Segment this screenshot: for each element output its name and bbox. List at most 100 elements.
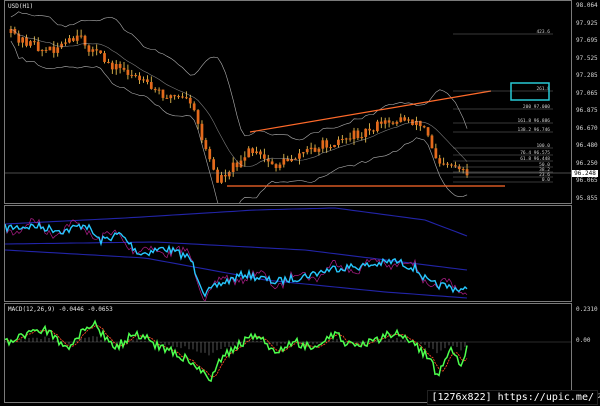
candle-body bbox=[87, 45, 91, 52]
macd-main-line bbox=[5, 319, 468, 383]
candle-body bbox=[118, 64, 122, 68]
candle-body bbox=[36, 41, 40, 52]
candle-body bbox=[344, 138, 348, 140]
candle-body bbox=[337, 139, 340, 146]
candle-body bbox=[309, 147, 313, 150]
candle-body bbox=[442, 163, 446, 165]
candle-body bbox=[91, 49, 95, 52]
price-scale[interactable]: 98.064 97.925 97.695 97.525 97.285 97.065 96.8… bbox=[572, 0, 600, 204]
candle-body bbox=[231, 162, 235, 172]
candle-body bbox=[149, 82, 153, 89]
candle-body bbox=[177, 96, 180, 98]
candle-body bbox=[278, 164, 282, 169]
candle-body bbox=[434, 148, 438, 159]
candle-body bbox=[298, 153, 301, 159]
macd-pane[interactable]: MACD(12,26,9) -0.0446 -0.0653 bbox=[4, 303, 572, 403]
candle-body bbox=[313, 147, 317, 152]
candle-body bbox=[134, 75, 138, 77]
candle-body bbox=[305, 149, 309, 153]
candle-body bbox=[44, 49, 48, 51]
scale-tick: 96.875 bbox=[576, 107, 598, 114]
scale-tick: 96.250 bbox=[576, 159, 598, 167]
candle-body bbox=[173, 95, 177, 97]
candle-body bbox=[422, 126, 426, 128]
oscillator-scale[interactable] bbox=[572, 205, 600, 302]
candle-body bbox=[169, 95, 173, 99]
candle-body bbox=[403, 117, 407, 121]
candle-body bbox=[68, 38, 71, 43]
oscillator-pane[interactable] bbox=[4, 205, 572, 302]
candle-body bbox=[165, 97, 169, 99]
fib-level-label: 61.8 96.448 bbox=[520, 156, 550, 162]
candle-body bbox=[251, 148, 255, 154]
candle-body bbox=[348, 138, 352, 140]
scale-tick: 97.695 bbox=[576, 37, 598, 44]
candle-body bbox=[196, 110, 200, 124]
candle-body bbox=[274, 164, 278, 169]
macd-scale[interactable]: 0.23100.00-0.2962 bbox=[572, 303, 600, 403]
bollinger-band-line bbox=[10, 28, 468, 167]
candle-body bbox=[333, 145, 336, 148]
candle-body bbox=[301, 152, 305, 154]
candle-body bbox=[259, 151, 262, 155]
candle-body bbox=[216, 169, 219, 183]
candle-body bbox=[395, 121, 399, 124]
candle-body bbox=[153, 88, 157, 91]
candle-body bbox=[126, 69, 130, 75]
candle-body bbox=[286, 158, 290, 162]
fib-level-label: 138.2 96.746 bbox=[517, 127, 550, 133]
candle-body bbox=[212, 159, 216, 170]
candle-body bbox=[450, 164, 453, 166]
candle-body bbox=[321, 140, 325, 149]
oscillator-band-line bbox=[5, 249, 468, 299]
candle-body bbox=[399, 117, 403, 122]
candle-body bbox=[465, 169, 469, 176]
candle-body bbox=[255, 151, 258, 154]
candle-body bbox=[40, 49, 44, 52]
candle-body bbox=[317, 148, 321, 152]
upper-trendline bbox=[249, 90, 492, 133]
candle-body bbox=[75, 35, 79, 41]
candle-body bbox=[29, 41, 32, 46]
fib-level-label: 0.0 bbox=[542, 177, 550, 183]
candle-body bbox=[192, 103, 196, 111]
candle-body bbox=[453, 165, 457, 167]
watermark-label: [1276x822] https://upic.me/ bbox=[427, 390, 598, 405]
candle-body bbox=[325, 140, 329, 148]
price-chart-canvas[interactable]: 423.6 261.8 200 97.000 161.8 96.886 138.2 96… bbox=[5, 1, 571, 203]
price-chart-pane[interactable]: 423.6 261.8 200 97.000 161.8 96.886 138.2 96… bbox=[4, 0, 572, 204]
candle-body bbox=[32, 41, 36, 43]
candle-body bbox=[71, 38, 75, 41]
candle-body bbox=[407, 119, 410, 121]
candle-body bbox=[227, 171, 231, 177]
candle-body bbox=[383, 120, 387, 124]
candle-body bbox=[379, 121, 383, 124]
candle-body bbox=[130, 74, 134, 76]
candle-body bbox=[114, 64, 118, 70]
scale-tick: 96.480 bbox=[576, 142, 598, 149]
scale-tick: 97.525 bbox=[576, 54, 598, 62]
scale-tick: 0.00 bbox=[576, 337, 591, 344]
candle-body bbox=[376, 121, 379, 132]
candle-body bbox=[142, 79, 145, 81]
oscillator-canvas[interactable] bbox=[5, 206, 571, 301]
candle-body bbox=[200, 123, 204, 141]
candle-body bbox=[356, 130, 360, 139]
scale-tick: 98.064 bbox=[576, 2, 598, 9]
fib-level-label: 423.6 bbox=[536, 29, 550, 35]
candle-body bbox=[161, 89, 165, 98]
scale-tick: 96.065 bbox=[576, 177, 598, 184]
candle-body bbox=[391, 122, 395, 124]
macd-title: MACD(12,26,9) -0.0446 -0.0653 bbox=[8, 306, 113, 313]
candle-body bbox=[340, 139, 344, 141]
fib-level-label: 100.0 bbox=[536, 143, 550, 149]
scale-tick: 0.2310 bbox=[576, 306, 598, 313]
candle-body bbox=[122, 67, 126, 70]
candle-body bbox=[21, 37, 25, 43]
current-price-label: 96.248 bbox=[572, 170, 598, 177]
candle-body bbox=[372, 130, 375, 132]
candle-body bbox=[103, 53, 106, 62]
symbol-title: USD(H1) bbox=[8, 3, 34, 10]
macd-canvas[interactable] bbox=[5, 304, 571, 402]
candle-body bbox=[282, 158, 286, 165]
